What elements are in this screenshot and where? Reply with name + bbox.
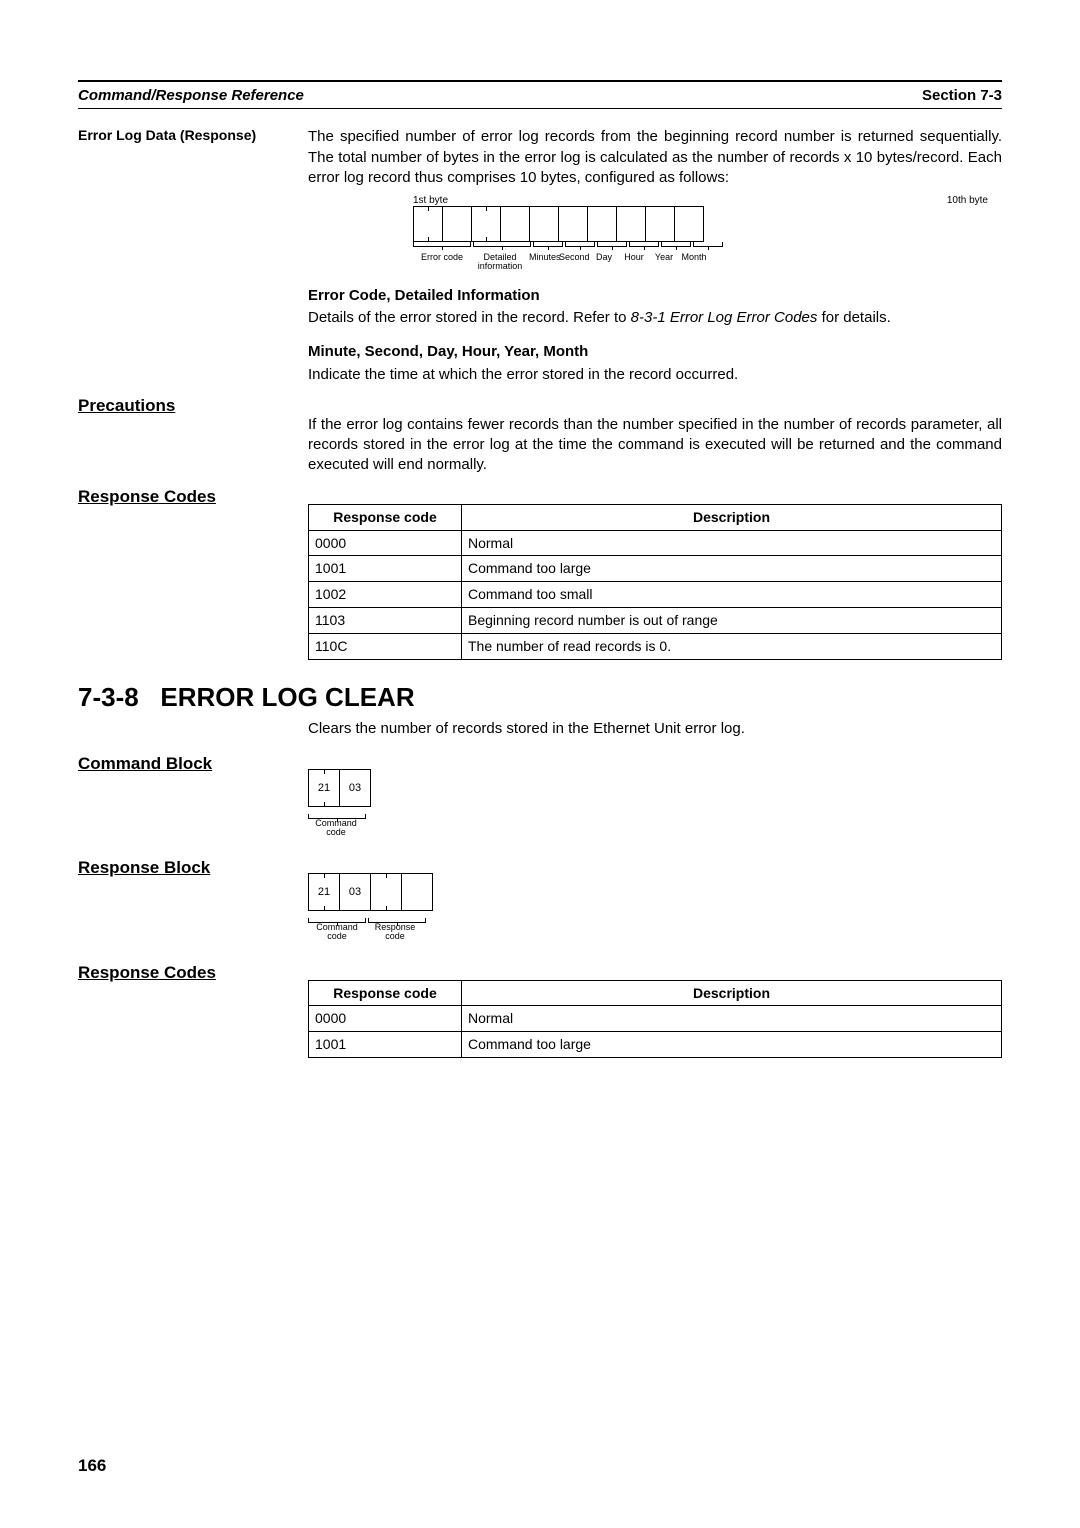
brace-labels: Error code Detailed information Minutes …: [308, 253, 1002, 272]
section-number: 7-3-8: [78, 682, 139, 712]
rc1-r1c2: Command too large: [462, 556, 1002, 582]
rc2-r1c1: 1001: [309, 1032, 462, 1058]
sub1-post: for details.: [817, 309, 890, 326]
rc1-r3c1: 1103: [309, 608, 462, 634]
label-error-code: Error code: [413, 253, 471, 272]
cmd-b1: 21: [309, 770, 340, 807]
response-codes-1-content: Response code Description 0000Normal 100…: [308, 486, 1002, 660]
label-10th-byte: 10th byte: [947, 194, 988, 208]
page-header: Command/Response Reference Section 7-3: [78, 80, 1002, 109]
precautions-body: If the error log contains fewer records …: [308, 415, 1002, 476]
table-row: 1002Command too small: [309, 582, 1002, 608]
label-day: Day: [589, 253, 619, 272]
text-time-fields: Indicate the time at which the error sto…: [308, 365, 1002, 385]
command-code-label: Command code: [308, 819, 364, 838]
section-intro: Clears the number of records stored in t…: [308, 719, 1002, 739]
sidebar-command-block: Command Block: [78, 753, 308, 837]
rc1-r1c1: 1001: [309, 556, 462, 582]
response-resp-code-label: Response code: [366, 923, 424, 942]
table-row: 1103Beginning record number is out of ra…: [309, 608, 1002, 634]
section-heading-7-3-8: 7-3-8 ERROR LOG CLEAR: [78, 680, 1002, 715]
sidebar-empty: [78, 719, 308, 739]
rc2-h2: Description: [462, 980, 1002, 1006]
sub1-pre: Details of the error stored in the recor…: [308, 309, 631, 326]
label-minutes: Minutes: [529, 253, 559, 272]
rc1-r2c1: 1002: [309, 582, 462, 608]
label-detailed-info: Detailed information: [471, 253, 529, 272]
resp-b2: 03: [340, 874, 371, 911]
error-log-data-content: The specified number of error log record…: [308, 127, 1002, 385]
byte-table: [413, 206, 704, 242]
sidebar-precautions: Precautions: [78, 395, 308, 476]
label-second: Second: [559, 253, 589, 272]
table-row: 1001Command too large: [309, 556, 1002, 582]
resp-b3: [371, 874, 402, 911]
rc1-h2: Description: [462, 504, 1002, 530]
resp-b4: [402, 874, 433, 911]
rc2-h1: Response code: [309, 980, 462, 1006]
sidebar-response-codes-1: Response Codes: [78, 486, 308, 660]
error-log-paragraph: The specified number of error log record…: [308, 127, 1002, 188]
table-row: 0000Normal: [309, 1006, 1002, 1032]
sidebar-error-log-data: Error Log Data (Response): [78, 127, 308, 385]
byte-diagram: 1st byte 10th byte: [308, 206, 1002, 242]
rc1-r3c2: Beginning record number is out of range: [462, 608, 1002, 634]
rc2-r0c2: Normal: [462, 1006, 1002, 1032]
label-year: Year: [649, 253, 679, 272]
subhead-time-fields: Minute, Second, Day, Hour, Year, Month: [308, 342, 1002, 362]
label-hour: Hour: [619, 253, 649, 272]
label-1st-byte: 1st byte: [413, 194, 448, 208]
precautions-text: If the error log contains fewer records …: [308, 395, 1002, 476]
header-right: Section 7-3: [922, 86, 1002, 106]
response-codes-table-2: Response code Description 0000Normal 100…: [308, 980, 1002, 1059]
header-left: Command/Response Reference: [78, 86, 304, 106]
table-row: 110CThe number of read records is 0.: [309, 634, 1002, 660]
subhead-error-code: Error Code, Detailed Information: [308, 286, 1002, 306]
rc2-r1c2: Command too large: [462, 1032, 1002, 1058]
table-row: 1001Command too large: [309, 1032, 1002, 1058]
page-number: 166: [78, 1455, 106, 1478]
section-title: ERROR LOG CLEAR: [160, 682, 414, 712]
rc2-r0c1: 0000: [309, 1006, 462, 1032]
label-month: Month: [679, 253, 709, 272]
rc1-r0c1: 0000: [309, 530, 462, 556]
command-block-content: 21 03 Command code: [308, 753, 1002, 837]
rc1-r0c2: Normal: [462, 530, 1002, 556]
response-block-box: 21 03: [308, 873, 433, 911]
table-row: 0000Normal: [309, 530, 1002, 556]
command-block-box: 21 03: [308, 769, 371, 807]
rc1-r4c2: The number of read records is 0.: [462, 634, 1002, 660]
response-block-content: 21 03 Command code Response code: [308, 857, 1002, 941]
text-error-code-detail: Details of the error stored in the recor…: [308, 308, 1002, 328]
sub1-ref: 8-3-1 Error Log Error Codes: [631, 309, 818, 326]
sidebar-response-codes-2: Response Codes: [78, 962, 308, 1059]
rc1-r4c1: 110C: [309, 634, 462, 660]
resp-b1: 21: [309, 874, 340, 911]
sidebar-response-block: Response Block: [78, 857, 308, 941]
cmd-b2: 03: [340, 770, 371, 807]
response-codes-table-1: Response code Description 0000Normal 100…: [308, 504, 1002, 660]
rc1-r2c2: Command too small: [462, 582, 1002, 608]
rc1-h1: Response code: [309, 504, 462, 530]
response-codes-2-content: Response code Description 0000Normal 100…: [308, 962, 1002, 1059]
brace-row: [308, 242, 1002, 247]
